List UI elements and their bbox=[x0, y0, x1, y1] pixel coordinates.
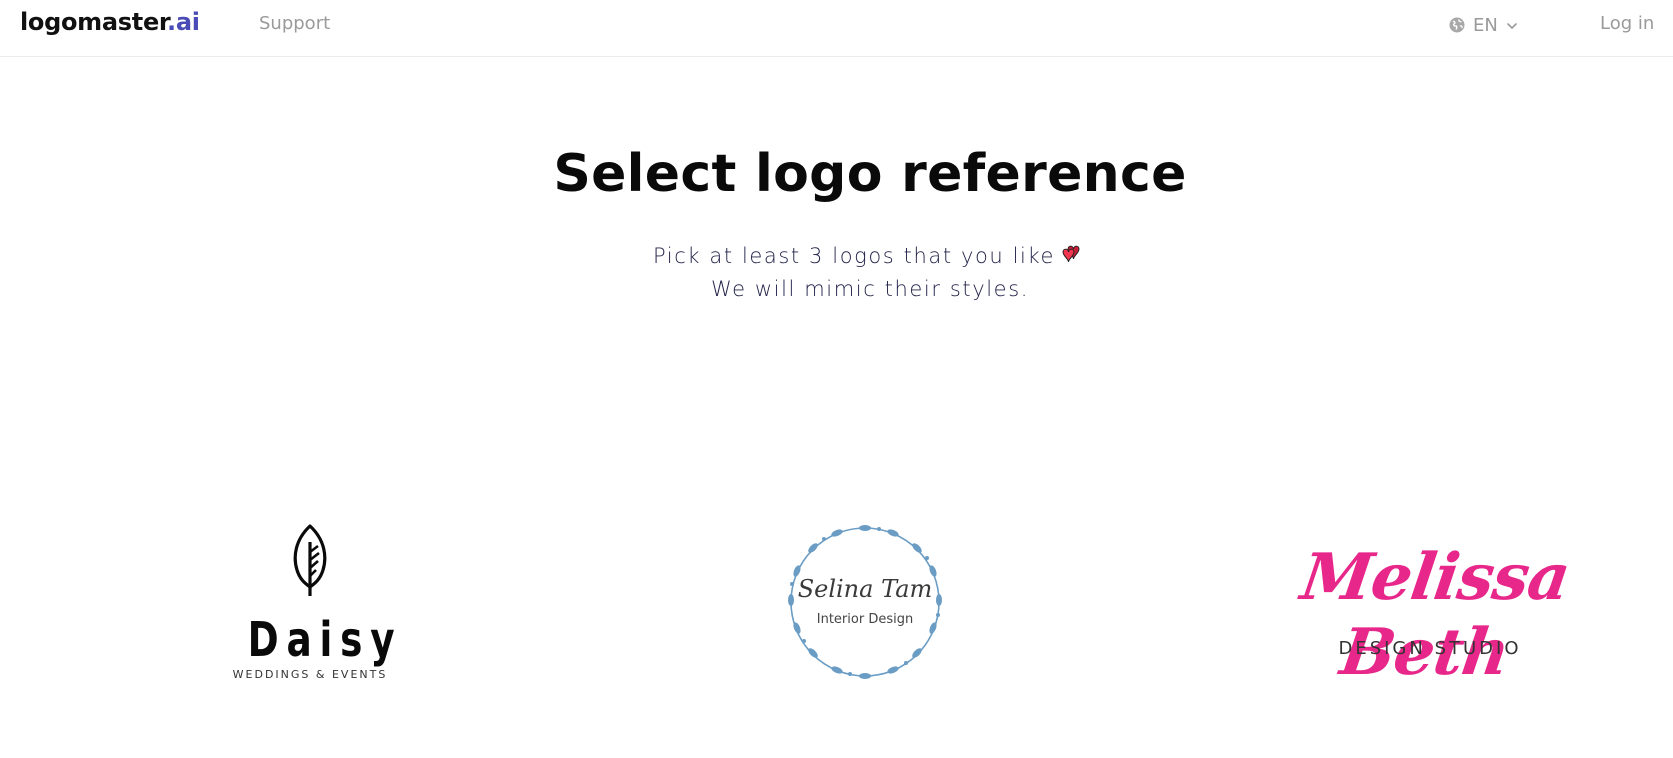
subtitle-line-1: Pick at least 3 logos that you like bbox=[0, 240, 1673, 273]
selina-logo-name: Selina Tam bbox=[797, 575, 933, 603]
daisy-logo-tagline: WEDDINGS & EVENTS bbox=[232, 668, 388, 681]
subtitle-line-1-text: Pick at least 3 logos that you like bbox=[652, 244, 1056, 268]
login-link[interactable]: Log in bbox=[1600, 13, 1654, 34]
top-navigation-bar: logomaster.ai Support EN Log in bbox=[0, 0, 1673, 57]
logo-option-selina-tam[interactable]: Selina Tam Interior Design bbox=[780, 520, 950, 685]
brand-name: logomaster bbox=[20, 8, 168, 36]
selina-logo-tagline: Interior Design bbox=[816, 612, 914, 627]
subtitle-line-2: We will mimic their styles. bbox=[710, 277, 1030, 301]
leaf-icon bbox=[293, 524, 327, 596]
melissa-logo-name: Melissa Beth bbox=[1296, 540, 1574, 690]
chevron-down-icon bbox=[1506, 19, 1518, 31]
brand-tld: .ai bbox=[167, 8, 200, 36]
melissa-logo-tagline: DESIGN STUDIO bbox=[1338, 638, 1522, 659]
language-code: EN bbox=[1473, 14, 1498, 36]
brand-logo[interactable]: logomaster.ai bbox=[20, 8, 200, 36]
language-selector[interactable]: EN bbox=[1449, 12, 1518, 38]
daisy-logo-name: Daisy bbox=[247, 612, 403, 668]
logo-option-daisy[interactable]: Daisy WEDDINGS & EVENTS bbox=[230, 520, 403, 690]
page-subtitle: Pick at least 3 logos that you like We w… bbox=[0, 240, 1673, 306]
two-hearts-icon bbox=[1061, 243, 1087, 265]
support-link[interactable]: Support bbox=[259, 13, 330, 34]
page-title: Select logo reference bbox=[553, 144, 1187, 204]
globe-icon bbox=[1449, 17, 1465, 33]
logo-option-melissa-beth[interactable]: Melissa Beth DESIGN STUDIO bbox=[1245, 540, 1615, 690]
